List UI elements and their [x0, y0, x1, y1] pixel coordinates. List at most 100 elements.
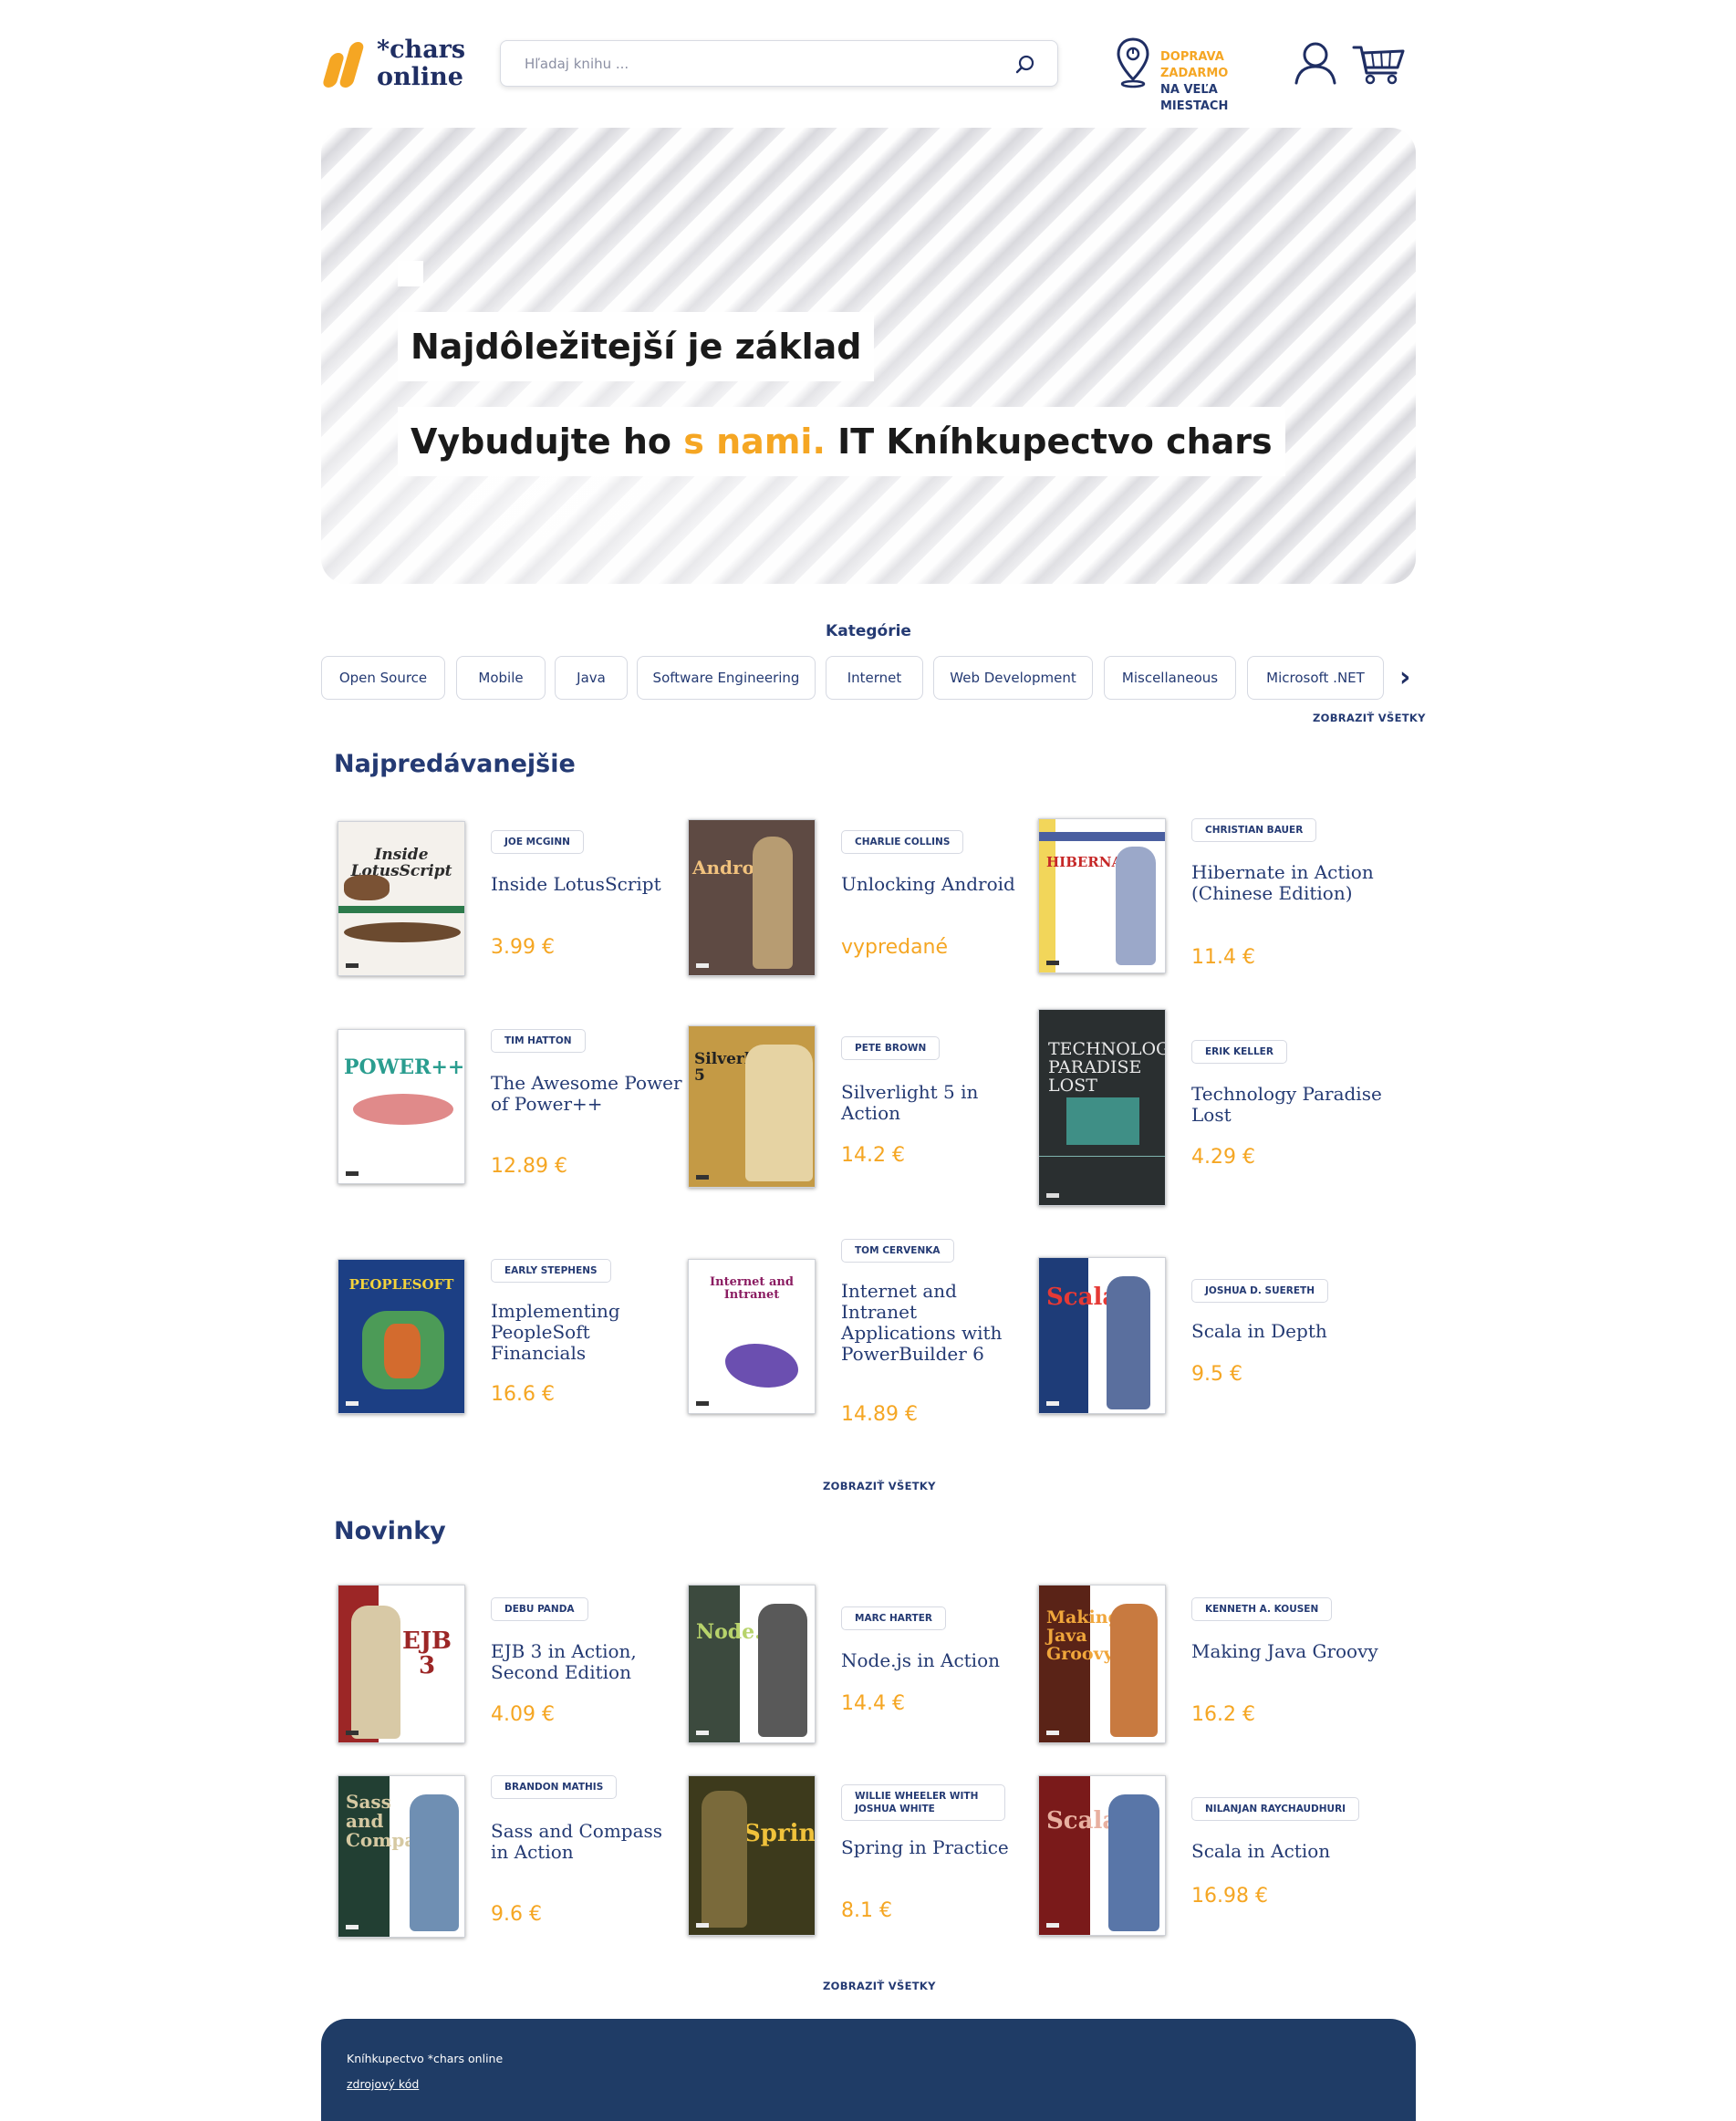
- cart-button[interactable]: [1352, 42, 1407, 86]
- product-title[interactable]: Scala in Action: [1191, 1841, 1383, 1862]
- book-cover[interactable]: TECHNOLOGY PARADISE LOST: [1038, 1009, 1166, 1206]
- search-icon: [1015, 55, 1034, 74]
- author-badge[interactable]: JOE MCGINN: [491, 830, 584, 854]
- category-chip[interactable]: Open Source: [321, 656, 445, 700]
- author-badge[interactable]: NILANJAN RAYCHAUDHURI: [1191, 1797, 1360, 1821]
- new-books-show-all-link[interactable]: ZOBRAZIŤ VŠETKY: [823, 1980, 936, 1992]
- product-price: vypredané: [841, 936, 949, 959]
- author-badge[interactable]: BRANDON MATHIS: [491, 1775, 618, 1799]
- hero-sub-post: IT Kníhkupectvo chars: [825, 421, 1273, 462]
- author-badge[interactable]: WILLIE WHEELER WITH JOSHUA WHITE: [841, 1784, 1005, 1821]
- category-chip[interactable]: Web Development: [933, 656, 1093, 700]
- category-chip[interactable]: Miscellaneous: [1104, 656, 1236, 700]
- author-badge[interactable]: CHARLIE COLLINS: [841, 830, 964, 854]
- page: *chars online DOPRAVA ZADARMO N: [0, 0, 1736, 2121]
- book-cover[interactable]: Sass and Compass: [338, 1775, 465, 1938]
- category-chip[interactable]: Internet: [826, 656, 923, 700]
- product-title[interactable]: Implementing PeopleSoft Financials: [491, 1301, 682, 1364]
- free-delivery-banner[interactable]: DOPRAVA ZADARMO NA VEĽA MIESTACH: [1115, 36, 1288, 113]
- book-cover[interactable]: HIBERNATE: [1038, 818, 1166, 973]
- chevron-right-icon[interactable]: ›: [1399, 660, 1418, 695]
- delivery-line2: NA VEĽA MIESTACH: [1160, 83, 1229, 113]
- book-cover[interactable]: Silverlight 5: [688, 1025, 816, 1188]
- author-badge[interactable]: EARLY STEPHENS: [491, 1259, 611, 1283]
- book-cover[interactable]: PEOPLESOFT: [338, 1259, 465, 1414]
- new-books-title: Novinky: [334, 1517, 446, 1545]
- delivery-line1: DOPRAVA ZADARMO: [1160, 50, 1229, 80]
- product-title[interactable]: Sass and Compass in Action: [491, 1821, 682, 1863]
- author-badge[interactable]: KENNETH A. KOUSEN: [1191, 1597, 1333, 1621]
- product-price: 11.4 €: [1191, 946, 1255, 969]
- product-price: 3.99 €: [491, 936, 555, 959]
- cover-title: EJB 3: [401, 1627, 452, 1680]
- book-cover[interactable]: POWER++: [338, 1029, 465, 1184]
- search-button[interactable]: [1014, 53, 1037, 77]
- search-input[interactable]: [525, 52, 999, 76]
- search-box: [500, 40, 1058, 87]
- logo-line2: online: [377, 63, 463, 91]
- hero-sub-pre: Vybudujte ho: [411, 421, 684, 462]
- author-badge[interactable]: MARC HARTER: [841, 1606, 946, 1630]
- cover-title: HIBERNATE: [1046, 854, 1142, 870]
- product-title[interactable]: Unlocking Android: [841, 874, 1033, 895]
- cover-title: PEOPLESOFT: [348, 1276, 454, 1293]
- author-badge[interactable]: CHRISTIAN BAUER: [1191, 818, 1317, 842]
- book-cover[interactable]: Making Java Groovy: [1038, 1585, 1166, 1743]
- product-title[interactable]: Making Java Groovy: [1191, 1641, 1383, 1662]
- footer: Kníhkupectvo *chars online zdrojový kód: [321, 2019, 1416, 2121]
- bestsellers-title: Najpredávanejšie: [334, 750, 576, 778]
- hero-headline: Najdôležitejší je základ: [398, 312, 875, 381]
- product-price: 12.89 €: [491, 1155, 567, 1178]
- hero-subheadline: Vybudujte ho s nami. IT Kníhkupectvo cha…: [398, 407, 1285, 476]
- book-cover[interactable]: EJB 3: [338, 1585, 465, 1743]
- author-badge[interactable]: TOM CERVENKA: [841, 1239, 954, 1263]
- product-title[interactable]: Silverlight 5 in Action: [841, 1082, 1033, 1124]
- category-list: Open Source Mobile Java Software Enginee…: [321, 656, 1416, 700]
- cover-title: TECHNOLOGY PARADISE LOST: [1048, 1039, 1165, 1096]
- product-price: 9.5 €: [1191, 1363, 1242, 1386]
- product-price: 14.89 €: [841, 1403, 918, 1426]
- source-code-link[interactable]: zdrojový kód: [347, 2077, 419, 2091]
- product-title[interactable]: EJB 3 in Action, Second Edition: [491, 1641, 682, 1683]
- logo[interactable]: *chars online: [321, 36, 465, 91]
- product-price: 4.29 €: [1191, 1146, 1255, 1169]
- product-title[interactable]: Spring in Practice: [841, 1837, 1033, 1858]
- cover-title: Scala: [1046, 1284, 1118, 1311]
- category-chip[interactable]: Mobile: [456, 656, 546, 700]
- cart-icon: [1352, 46, 1405, 85]
- author-badge[interactable]: DEBU PANDA: [491, 1597, 588, 1621]
- user-account-button[interactable]: [1294, 40, 1337, 86]
- book-cover[interactable]: Android: [688, 819, 816, 976]
- category-chip[interactable]: Microsoft .NET: [1247, 656, 1384, 700]
- product-title[interactable]: Scala in Depth: [1191, 1321, 1383, 1342]
- category-chip[interactable]: Software Engineering: [637, 656, 816, 700]
- product-title[interactable]: Inside LotusScript: [491, 874, 682, 895]
- product-title[interactable]: Internet and Intranet Applications with …: [841, 1281, 1033, 1365]
- product-title[interactable]: Node.js in Action: [841, 1650, 1033, 1671]
- book-cover[interactable]: Scala: [1038, 1257, 1166, 1414]
- book-cover[interactable]: Node.js: [688, 1585, 816, 1743]
- author-badge[interactable]: TIM HATTON: [491, 1029, 586, 1053]
- book-cover[interactable]: Spring: [688, 1775, 816, 1936]
- logo-line1: *chars: [377, 36, 466, 64]
- cover-title: Sass and Compass: [346, 1791, 437, 1851]
- product-title[interactable]: The Awesome Power of Power++: [491, 1073, 682, 1115]
- product-title[interactable]: Hibernate in Action (Chinese Edition): [1191, 862, 1383, 904]
- category-chip[interactable]: Java: [555, 656, 628, 700]
- product-price: 14.4 €: [841, 1692, 905, 1715]
- cover-title: Node.js: [696, 1620, 781, 1644]
- product-price: 16.2 €: [1191, 1703, 1255, 1726]
- categories-show-all-link[interactable]: ZOBRAZIŤ VŠETKY: [1313, 712, 1426, 724]
- author-badge[interactable]: JOSHUA D. SUERETH: [1191, 1279, 1328, 1303]
- bestsellers-show-all-link[interactable]: ZOBRAZIŤ VŠETKY: [823, 1480, 936, 1492]
- author-badge[interactable]: ERIK KELLER: [1191, 1040, 1287, 1064]
- author-badge[interactable]: PETE BROWN: [841, 1036, 941, 1060]
- hero-banner: Najdôležitejší je základ Vybudujte ho s …: [321, 128, 1416, 584]
- location-pin-icon: [1117, 37, 1149, 88]
- book-cover[interactable]: Inside LotusScript: [338, 821, 465, 976]
- book-cover[interactable]: Scala: [1038, 1775, 1166, 1936]
- product-title[interactable]: Technology Paradise Lost: [1191, 1084, 1383, 1126]
- book-cover[interactable]: Internet and Intranet: [688, 1259, 816, 1414]
- product-price: 14.2 €: [841, 1144, 905, 1167]
- user-icon: [1294, 42, 1336, 85]
